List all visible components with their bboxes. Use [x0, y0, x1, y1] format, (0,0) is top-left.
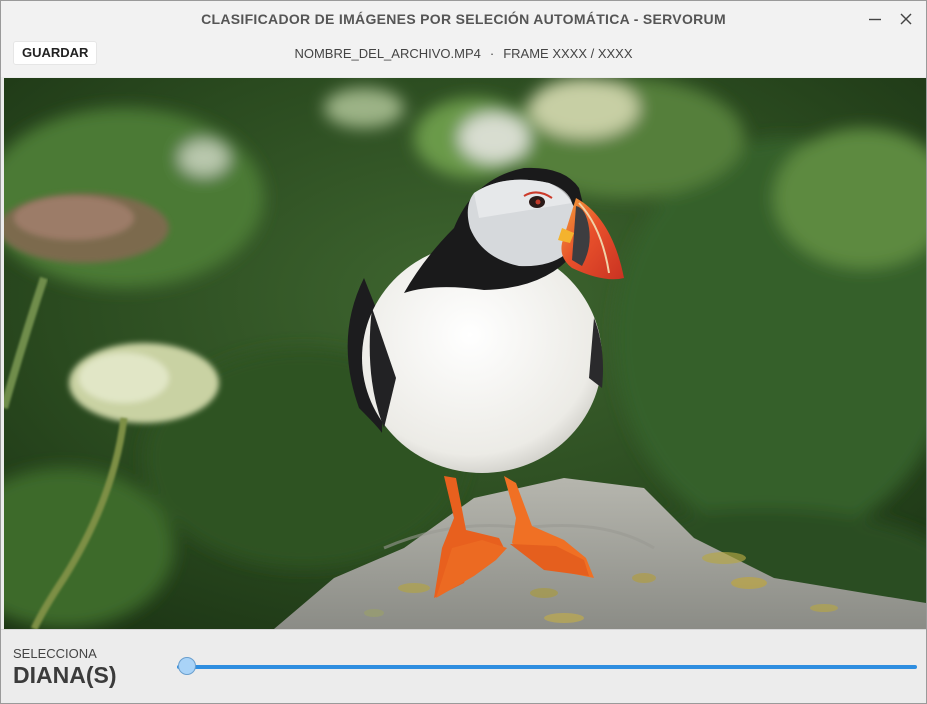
- selection-label: SELECCIONA: [13, 646, 97, 661]
- minimize-button[interactable]: [866, 10, 884, 28]
- close-button[interactable]: [897, 10, 915, 28]
- slider-thumb[interactable]: [178, 657, 196, 675]
- slider-track[interactable]: [177, 665, 917, 669]
- frame-counter: FRAME XXXX / XXXX: [503, 46, 633, 61]
- toolbar: GUARDAR NOMBRE_DEL_ARCHIVO.MP4 · FRAME XXX…: [1, 39, 926, 77]
- info-separator: ·: [489, 46, 495, 61]
- close-icon: [900, 13, 912, 25]
- filename-label: NOMBRE_DEL_ARCHIVO.MP4: [294, 46, 481, 61]
- target-slider[interactable]: [177, 656, 917, 676]
- minimize-icon: [869, 18, 881, 21]
- file-info: NOMBRE_DEL_ARCHIVO.MP4 · FRAME XXXX / XXXX: [1, 46, 926, 61]
- puffin-photo: [4, 78, 926, 629]
- window-title: CLASIFICADOR DE IMÁGENES POR SELECIÓN AU…: [201, 11, 726, 27]
- selection-bar: SELECCIONA DIANA(S): [1, 629, 926, 703]
- selection-value: DIANA(S): [13, 662, 117, 688]
- image-viewer[interactable]: [4, 78, 926, 629]
- app-window: CLASIFICADOR DE IMÁGENES POR SELECIÓN AU…: [0, 0, 927, 704]
- title-bar: CLASIFICADOR DE IMÁGENES POR SELECIÓN AU…: [1, 1, 926, 39]
